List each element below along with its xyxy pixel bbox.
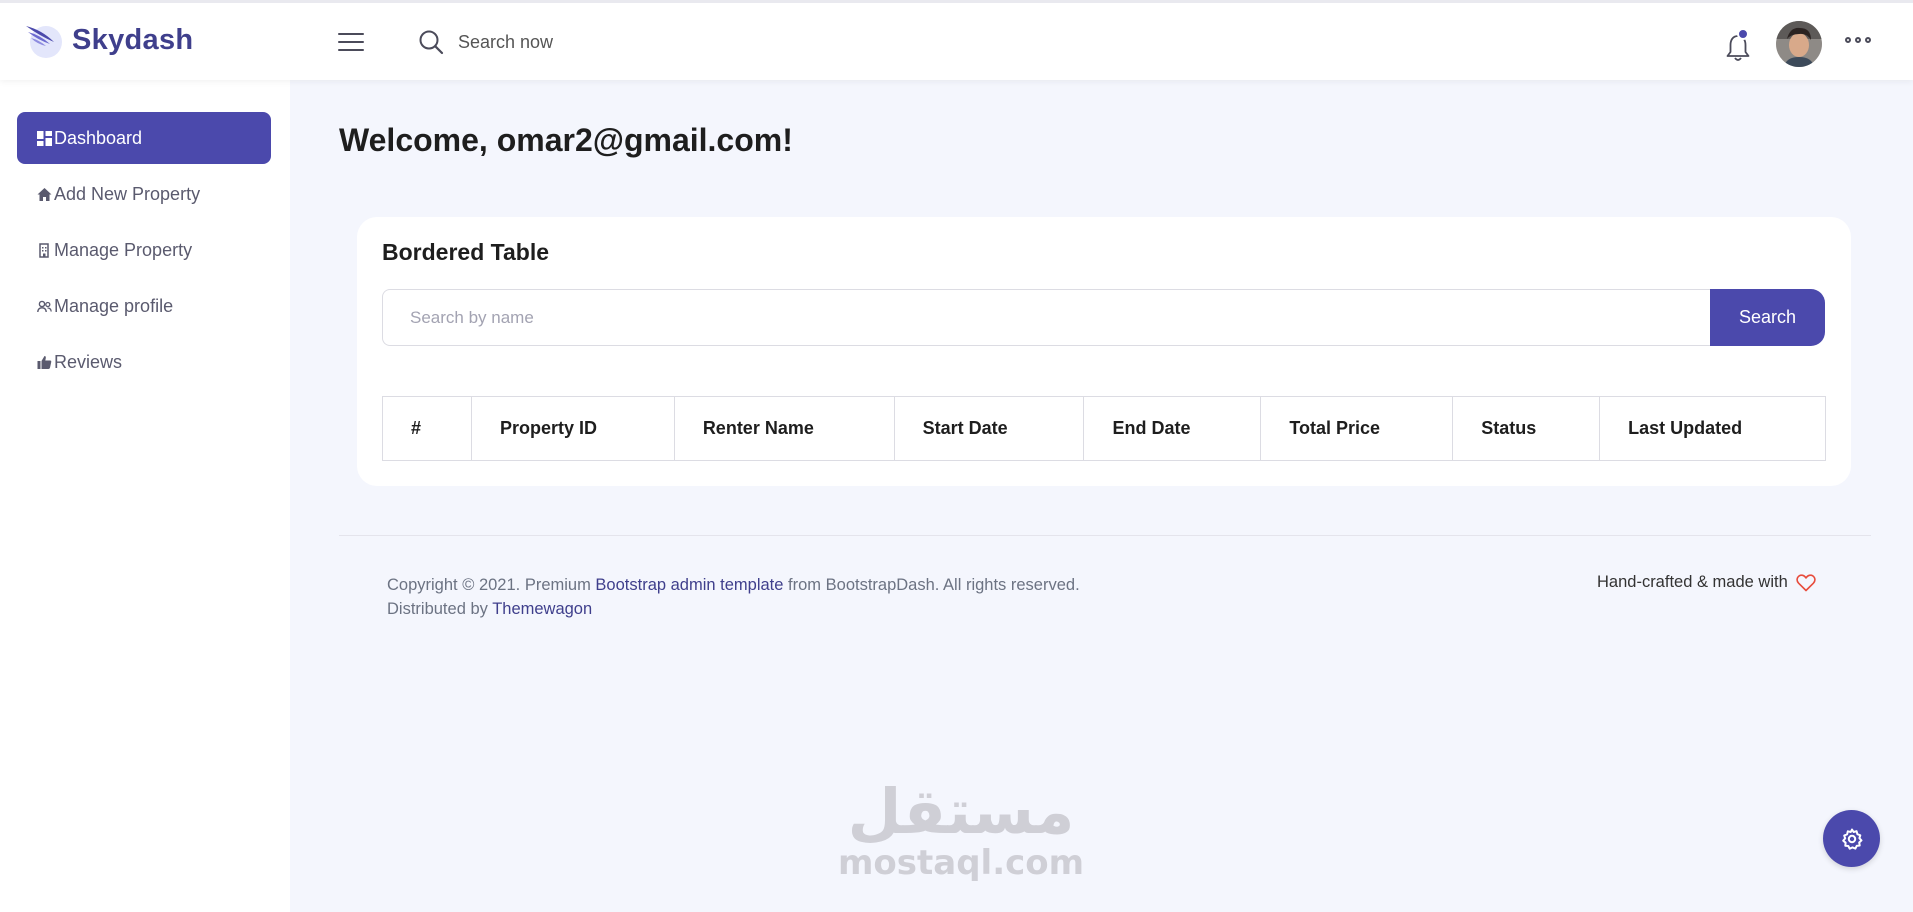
sidebar-item-manage-profile[interactable]: Manage profile	[17, 280, 271, 332]
column-header-last-updated: Last Updated	[1599, 396, 1826, 461]
column-header-total-price: Total Price	[1260, 396, 1454, 461]
sidebar-item-label: Manage profile	[54, 295, 174, 316]
search-icon	[419, 30, 444, 55]
search-by-name-input[interactable]	[382, 289, 1710, 346]
footer-copyright: Copyright © 2021. Premium Bootstrap admi…	[387, 573, 1080, 621]
themewagon-link[interactable]: Themewagon	[492, 600, 592, 618]
watermark-latin: mostaql.com	[838, 843, 1085, 883]
thumbs-up-icon	[37, 355, 52, 369]
sidebar-item-reviews[interactable]: Reviews	[17, 336, 271, 388]
column-header-renter-name: Renter Name	[673, 396, 895, 461]
page-title: Welcome, omar2@gmail.com!	[339, 122, 793, 158]
building-icon	[39, 242, 49, 258]
footer-divider	[339, 535, 1871, 536]
top-navbar: Skydash	[0, 0, 1913, 80]
header-search	[418, 29, 758, 55]
copyright-prefix: Copyright © 2021. Premium	[387, 576, 591, 594]
table-header-row: # Property ID Renter Name Start Date End…	[382, 396, 1826, 461]
avatar[interactable]	[1776, 21, 1822, 67]
sidebar: Dashboard Add New Property Manage Proper…	[0, 80, 290, 912]
brand[interactable]: Skydash	[24, 20, 193, 60]
sidebar-item-add-new-property[interactable]: Add New Property	[17, 168, 271, 220]
distributed-prefix: Distributed by	[387, 600, 488, 618]
skydash-logo-icon	[26, 26, 62, 58]
more-options-icon[interactable]	[1845, 37, 1871, 43]
column-header-end-date: End Date	[1083, 396, 1262, 461]
bordered-table-card: Bordered Table Search # Property ID Rent…	[357, 217, 1851, 486]
home-icon	[37, 187, 52, 201]
notification-dot	[1737, 28, 1749, 40]
bookings-table: # Property ID Renter Name Start Date End…	[382, 396, 1826, 461]
column-header-start-date: Start Date	[893, 396, 1085, 461]
menu-toggle-icon[interactable]	[338, 33, 364, 53]
column-header-status: Status	[1452, 396, 1601, 461]
card-title: Bordered Table	[382, 239, 549, 265]
copyright-suffix: from BootstrapDash. All rights reserved.	[788, 576, 1080, 594]
heart-icon	[1796, 573, 1816, 591]
sidebar-item-manage-property[interactable]: Manage Property	[17, 224, 271, 276]
sidebar-item-label: Reviews	[54, 351, 123, 372]
users-icon	[37, 300, 52, 312]
brand-name: Skydash	[72, 23, 194, 56]
footer-crafted: Hand-crafted & made with	[1597, 573, 1816, 592]
dashboard-icon	[37, 130, 52, 146]
search-button[interactable]: Search	[1710, 289, 1825, 346]
settings-button[interactable]	[1823, 810, 1880, 867]
crafted-text: Hand-crafted & made with	[1597, 573, 1788, 591]
sidebar-item-dashboard[interactable]: Dashboard	[17, 112, 271, 164]
watermark-arabic: مستقل	[847, 775, 1075, 848]
column-header-number: #	[382, 396, 472, 461]
bootstrap-template-link[interactable]: Bootstrap admin template	[595, 576, 783, 594]
sidebar-item-label: Add New Property	[54, 183, 201, 204]
mostaql-watermark: مستقل mostaql.com	[838, 775, 1085, 883]
gear-icon	[1841, 828, 1862, 850]
column-header-property-id: Property ID	[470, 396, 675, 461]
sidebar-item-label: Manage Property	[54, 239, 193, 260]
sidebar-item-label: Dashboard	[54, 127, 143, 148]
header-search-input[interactable]	[458, 31, 758, 53]
